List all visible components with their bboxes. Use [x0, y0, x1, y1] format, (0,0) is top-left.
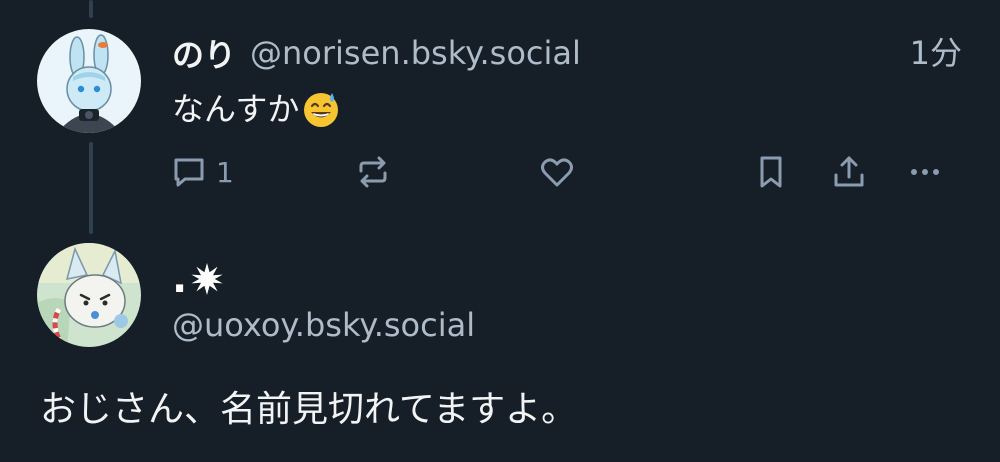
share-button[interactable]	[830, 150, 868, 194]
sparkle-burst-icon	[189, 261, 225, 297]
bookmark-icon	[752, 153, 790, 191]
avatar-bunny-image	[37, 29, 141, 133]
reply-body-text: おじさん、名前見切れてますよ。	[40, 389, 578, 430]
author-display-name[interactable]: のり	[172, 30, 236, 76]
display-name-prefix: .	[172, 256, 188, 302]
bookmark-button[interactable]	[752, 150, 790, 194]
reply-author-display-name[interactable]: .	[172, 256, 225, 302]
avatar[interactable]	[37, 243, 141, 347]
repost-button[interactable]	[354, 150, 392, 194]
sweat-smile-emoji-icon	[301, 89, 341, 129]
post-text: なんすか	[172, 90, 300, 128]
thread-line-top	[89, 0, 93, 18]
reply-count: 1	[216, 155, 234, 189]
post-timestamp[interactable]: 1分	[910, 30, 962, 76]
more-dots-icon	[906, 153, 944, 191]
like-button[interactable]	[538, 150, 576, 194]
reply-author-handle[interactable]: @uoxoy.bsky.social	[172, 302, 475, 348]
post-body: なんすか	[172, 86, 341, 132]
post-action-bar: 1	[0, 150, 1000, 194]
author-handle[interactable]: @norisen.bsky.social	[250, 34, 581, 72]
share-upload-icon	[830, 153, 868, 191]
post-header: のり @norisen.bsky.social	[172, 30, 581, 76]
speech-bubble-icon	[170, 153, 208, 191]
more-options-button[interactable]	[906, 150, 944, 194]
avatar-cat-image	[37, 243, 141, 347]
avatar[interactable]	[37, 29, 141, 133]
repost-arrows-icon	[354, 153, 392, 191]
heart-icon	[538, 153, 576, 191]
reply-button[interactable]: 1	[170, 150, 234, 194]
